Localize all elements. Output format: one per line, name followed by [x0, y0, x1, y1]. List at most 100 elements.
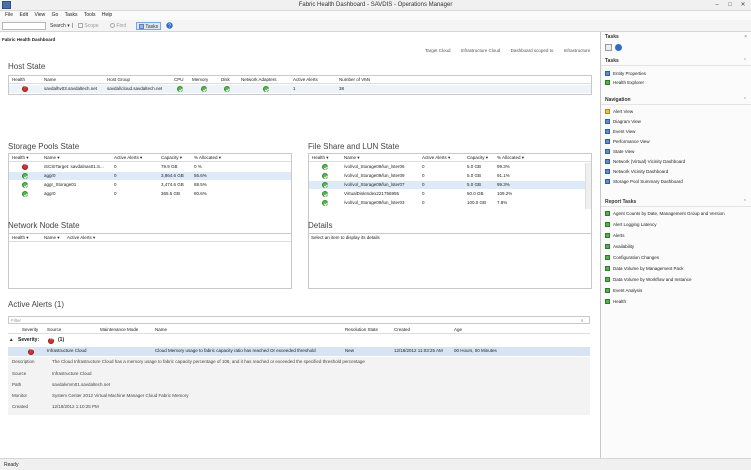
col-cpu[interactable]: CPU — [174, 76, 184, 84]
col-health[interactable]: Health ▾ — [12, 234, 29, 242]
table-row[interactable]: /vol/vol_Storage09/lun_lster07 0 5.0 GB … — [309, 181, 591, 189]
task-entity-properties[interactable]: Entity Properties — [605, 70, 646, 77]
minimize-button[interactable]: – — [712, 1, 722, 9]
report-tasks-section-header[interactable]: Report Tasks ⌃ — [601, 198, 751, 207]
col-health[interactable]: Health — [12, 76, 25, 84]
col-age[interactable]: Age — [454, 326, 462, 334]
nav-storage-pool-summary[interactable]: Storage Pool Summary Dashboard — [605, 178, 683, 185]
table-row[interactable]: savdalhv03.savdaltech.net savdal\cloud.s… — [9, 84, 591, 93]
menu-tasks[interactable]: Tasks — [65, 11, 78, 20]
navigation-section-header[interactable]: Navigation ⌃ — [601, 96, 751, 105]
col-name[interactable]: Name ▾ — [44, 234, 60, 242]
pool-name: aggr_Storage01 — [44, 182, 77, 187]
report-configuration-changes[interactable]: Configuration Changes — [605, 254, 659, 261]
severity-group-row[interactable]: ▴ Severity: (1) — [8, 336, 590, 345]
col-name[interactable]: Name — [44, 76, 56, 84]
menu-view[interactable]: View — [34, 11, 45, 20]
alert-filter-input[interactable]: Filter ⌕ — [8, 316, 590, 324]
nav-diagram-view[interactable]: Diagram View — [605, 118, 641, 125]
help-icon[interactable] — [615, 44, 623, 51]
details-title: Details — [308, 221, 333, 230]
task-health-explorer[interactable]: Health Explorer — [605, 79, 644, 86]
col-name[interactable]: Name ▾ — [44, 154, 60, 162]
chevron-up-icon[interactable]: ⌃ — [743, 198, 747, 207]
tasks-button[interactable]: Tasks — [136, 22, 162, 30]
col-memory[interactable]: Memory — [192, 76, 208, 84]
search-input[interactable] — [2, 22, 46, 30]
report-availability[interactable]: Availability — [605, 243, 634, 250]
report-event-analysis[interactable]: Event Analysis — [605, 287, 642, 294]
col-maintenance[interactable]: Maintenance Mode — [100, 326, 138, 334]
table-row[interactable]: aggr_Storage01 0 3,474.6 GB 88.5% — [9, 181, 291, 189]
vertical-scrollbar[interactable] — [585, 163, 591, 209]
alert-row[interactable]: Infrastructure Cloud Cloud Memory usage … — [8, 347, 590, 356]
col-allocated[interactable]: % Allocated ▾ — [497, 154, 524, 162]
nav-network-virtual-vicinity[interactable]: Network (Virtual) Vicinity Dashboard — [605, 158, 685, 165]
col-name[interactable]: Name — [155, 326, 167, 334]
menu-file[interactable]: File — [5, 11, 13, 20]
target-cloud-value[interactable]: Infrastructure Cloud — [461, 48, 501, 53]
col-number-of-vms[interactable]: Number of VMs — [339, 76, 370, 84]
table-row[interactable]: iSCSITarget: savdalnas01.S... 0 79.9 GB … — [9, 162, 291, 171]
search-button[interactable]: Search ▾ — [50, 22, 70, 30]
nav-event-view[interactable]: Event View — [605, 128, 635, 135]
find-button[interactable]: Find — [110, 22, 126, 30]
tasks-section-header[interactable]: Tasks ⌃ — [601, 57, 751, 66]
report-data-volume-mp[interactable]: Data Volume by Management Pack — [605, 265, 684, 272]
col-allocated[interactable]: % Allocated ▾ — [194, 154, 221, 162]
cpu-ok-icon — [177, 86, 183, 92]
nav-alert-view[interactable]: Alert View — [605, 108, 633, 115]
report-alerts[interactable]: Alerts — [605, 232, 625, 239]
collapse-icon[interactable]: ▴ — [10, 337, 13, 343]
find-label: Find — [116, 23, 127, 29]
menu-tools[interactable]: Tools — [84, 11, 96, 20]
pin-icon[interactable] — [605, 44, 612, 51]
menu-go[interactable]: Go — [52, 11, 59, 20]
col-created[interactable]: Created — [394, 326, 410, 334]
col-severity[interactable]: Severity — [22, 326, 38, 334]
col-name[interactable]: Name ▾ — [344, 154, 360, 162]
col-disk[interactable]: Disk — [221, 76, 230, 84]
maximize-button[interactable]: □ — [725, 1, 735, 9]
search-icon[interactable]: ⌕ — [581, 318, 584, 323]
chevron-up-icon[interactable]: ⌃ — [743, 96, 747, 105]
table-row[interactable]: VirtualDiskIndex221756955 0 50.0 GB 109.… — [309, 190, 591, 198]
col-health[interactable]: Health ▾ — [312, 154, 329, 162]
col-resolution[interactable]: Resolution State — [345, 326, 378, 334]
col-capacity[interactable]: Capacity ▾ — [467, 154, 488, 162]
menu-help[interactable]: Help — [102, 11, 112, 20]
pool-name: aggr0 — [44, 173, 56, 178]
nav-state-view[interactable]: State View — [605, 148, 634, 155]
scope-button[interactable]: Scope — [78, 22, 99, 30]
table-row[interactable]: aggr0 0 3,864.6 GB 56.6% — [9, 172, 291, 180]
table-row[interactable]: /vol/vol_Storage09/lun_lster06 0 5.0 GB … — [309, 163, 591, 171]
severity-group-label: Severity: — [18, 337, 40, 343]
report-data-volume-workflow[interactable]: Data Volume by Workflow and Instance — [605, 276, 691, 283]
col-active-alerts[interactable]: Active Alerts ▾ — [67, 234, 95, 242]
scope-value[interactable]: Infrastructure — [564, 48, 591, 53]
col-capacity[interactable]: Capacity ▾ — [161, 154, 182, 162]
diagram-view-icon — [605, 119, 610, 125]
nav-network-vicinity[interactable]: Network Vicinity Dashboard — [605, 168, 668, 175]
col-network-adapters[interactable]: Network Adapters — [241, 76, 277, 84]
col-active-alerts[interactable]: Active Alerts ▾ — [422, 154, 450, 162]
col-health[interactable]: Health ▾ — [12, 154, 29, 162]
report-health[interactable]: Health — [605, 298, 626, 305]
nav-performance-view[interactable]: Performance View — [605, 138, 650, 145]
help-icon[interactable]: ? — [166, 22, 173, 30]
close-button[interactable]: ✕ — [738, 1, 748, 9]
report-alert-logging-latency[interactable]: Alert Logging Latency — [605, 221, 657, 228]
col-source[interactable]: Source — [47, 326, 61, 334]
table-row[interactable]: aggr0 0 365.5 GB 80.6% — [9, 190, 291, 198]
col-active-alerts[interactable]: Active Alerts ▾ — [114, 154, 142, 162]
storage-pools-title: Storage Pools State — [8, 142, 80, 151]
close-pane-icon[interactable]: × — [744, 33, 747, 42]
col-active-alerts[interactable]: Active Alerts — [293, 76, 318, 84]
menu-edit[interactable]: Edit — [19, 11, 28, 20]
table-row[interactable]: /vol/vol_Storage09/lun_lster03 0 100.0 G… — [309, 199, 591, 207]
health-icon — [605, 80, 610, 86]
table-row[interactable]: /vol/vol_Storage09/lun_lster09 0 5.0 GB … — [309, 172, 591, 180]
report-agent-counts[interactable]: Agent Counts by Date, Management Group a… — [605, 210, 725, 217]
chevron-up-icon[interactable]: ⌃ — [743, 57, 747, 66]
col-host-group[interactable]: Host Group — [107, 76, 130, 84]
